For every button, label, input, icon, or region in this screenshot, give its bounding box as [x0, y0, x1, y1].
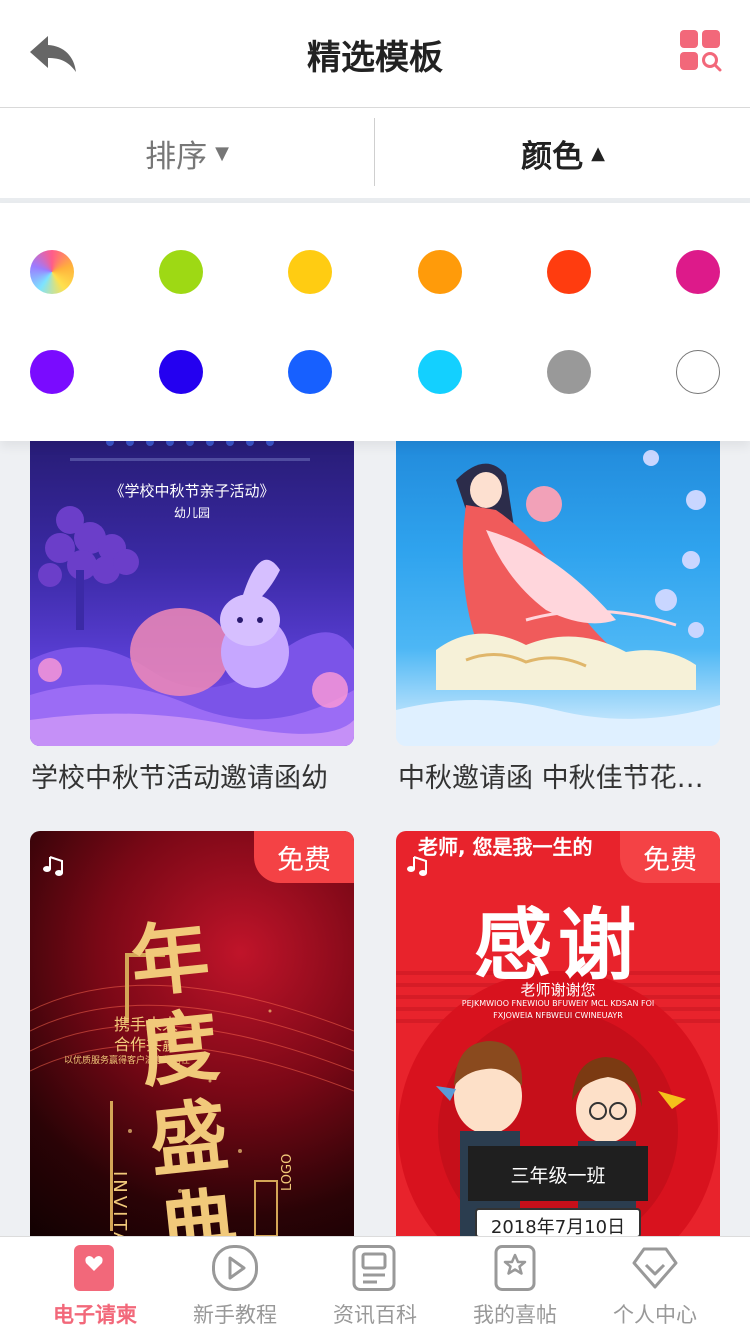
poster-class-label: 三年级一班 [510, 1165, 606, 1187]
poster-top-text: 老师, 您是我一生的 [418, 835, 593, 859]
filter-bar: 排序 ▼ 颜色 ▲ [0, 108, 750, 198]
color-swatch-rainbow[interactable] [30, 250, 74, 294]
poster-date: 2018年7月10日 [490, 1217, 626, 1236]
tab-invitations[interactable]: 电子请柬 [20, 1237, 170, 1334]
tab-news[interactable]: 资讯百科 [300, 1237, 450, 1334]
color-swatch-purple[interactable] [30, 350, 74, 394]
header-bar: 精选模板 [0, 0, 750, 108]
template-caption[interactable]: 中秋邀请函 中秋佳节花… [398, 756, 722, 795]
poster-illustration [396, 450, 720, 746]
color-swatch-green[interactable] [159, 250, 203, 294]
template-card-image[interactable]: 《学校中秋节亲子活动》 幼儿园 [30, 420, 354, 746]
template-card-image[interactable] [396, 420, 720, 746]
template-card-image[interactable]: 老师, 您是我一生的 感谢 老师谢谢您 PEJKMWIOO FNEWIOU BF… [396, 831, 720, 1236]
poster-title: 《学校中秋节亲子活动》 [109, 482, 275, 500]
music-note-icon [43, 856, 63, 876]
poster-subtitle: 幼儿园 [173, 506, 210, 520]
poster-logo: LOGO [280, 1153, 295, 1191]
poster-english-line: FXJOWEIA NFBWEUI CWINEUAYR [493, 1011, 623, 1020]
music-note-icon [407, 856, 427, 876]
play-icon [212, 1245, 258, 1291]
color-swatch-gray[interactable] [547, 350, 591, 394]
diamond-icon [632, 1247, 678, 1289]
caret-up-icon: ▲ [591, 142, 605, 164]
free-badge: 免费 [254, 831, 354, 883]
star-card-icon [494, 1245, 536, 1291]
tab-my-invitations[interactable]: 我的喜帖 [440, 1237, 590, 1334]
tab-label: 新手教程 [193, 1303, 277, 1327]
news-icon [352, 1245, 396, 1291]
color-label: 颜色 [521, 138, 584, 175]
color-swatch-yellow[interactable] [288, 250, 332, 294]
color-swatch-cyan[interactable] [418, 350, 462, 394]
template-search-icon[interactable] [680, 30, 722, 72]
color-swatch-blue[interactable] [159, 350, 203, 394]
tab-label: 我的喜帖 [473, 1303, 557, 1327]
tab-label: 电子请柬 [53, 1303, 137, 1327]
free-badge: 免费 [620, 831, 720, 883]
sort-filter[interactable]: 排序 ▼ [0, 108, 374, 198]
color-picker-panel [0, 203, 750, 441]
page-title: 精选模板 [307, 38, 443, 78]
poster-line: 合作共赢 [114, 1035, 179, 1054]
poster-line: 以优质服务赢得客户满意与信任 [64, 1056, 191, 1066]
template-card-image[interactable]: 年度盛典 携手未来 合作共赢 以优质服务赢得客户满意与信任 INVITATION… [30, 831, 354, 1236]
heart-card-icon [74, 1245, 114, 1291]
tab-tutorial[interactable]: 新手教程 [160, 1237, 310, 1334]
color-swatch-red[interactable] [547, 250, 591, 294]
poster-vertical-text: INVITATION [109, 1171, 130, 1236]
caret-down-icon: ▼ [215, 142, 229, 164]
color-swatch-magenta[interactable] [676, 250, 720, 294]
color-swatch-white[interactable] [676, 350, 720, 394]
sort-label: 排序 [145, 138, 208, 175]
filter-divider [374, 118, 375, 186]
tab-label: 个人中心 [613, 1303, 697, 1327]
color-swatch-light-blue[interactable] [288, 350, 332, 394]
tab-profile[interactable]: 个人中心 [580, 1237, 730, 1334]
color-filter[interactable]: 颜色 ▲ [376, 108, 750, 198]
poster-illustration [30, 438, 354, 746]
template-caption[interactable]: 学校中秋节活动邀请函幼 [31, 756, 355, 795]
tab-label: 资讯百科 [333, 1303, 417, 1327]
poster-english-line: PEJKMWIOO FNEWIOU BFUWEIY MCL KDSAN FOI [461, 999, 655, 1008]
color-swatch-orange[interactable] [418, 250, 462, 294]
poster-subtitle: 老师谢谢您 [520, 981, 596, 999]
bottom-tab-bar: 电子请柬 新手教程 资讯百科 我的喜帖 个人中心 [0, 1236, 750, 1334]
